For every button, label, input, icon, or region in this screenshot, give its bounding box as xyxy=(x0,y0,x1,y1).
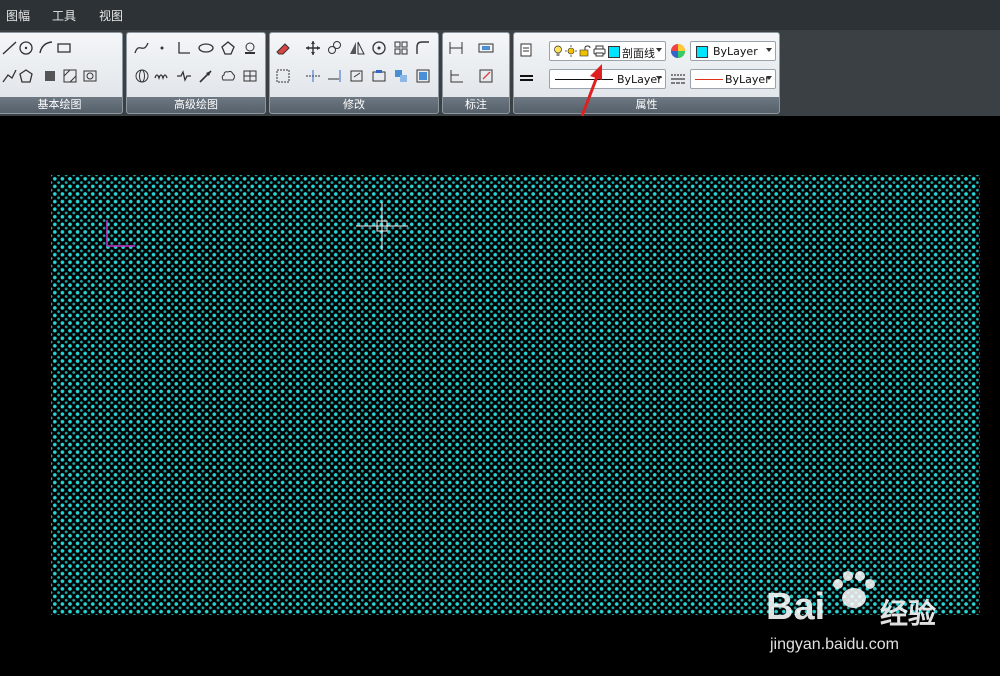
chevron-down-icon xyxy=(766,76,772,80)
explode-icon[interactable] xyxy=(392,67,410,85)
text-style-icon[interactable] xyxy=(477,39,495,57)
layer-color-swatch xyxy=(608,46,620,58)
menu-bar: 图幅 工具 视图 xyxy=(0,0,1000,31)
properties-icon[interactable] xyxy=(414,67,432,85)
watermark-brand-suffix: 经验 xyxy=(880,598,937,629)
panel-properties: 剖面线 ByLayer ByLayer ByLayer 属性 xyxy=(513,32,780,114)
watermark-url: jingyan.baidu.com xyxy=(770,636,899,653)
watermark-brand: Bai xyxy=(766,586,826,628)
dimension-icon[interactable] xyxy=(447,39,465,57)
pentagon-icon[interactable] xyxy=(219,39,237,57)
line-weight-icon[interactable] xyxy=(518,69,536,87)
cloud-icon[interactable] xyxy=(219,67,237,85)
lightbulb-icon[interactable] xyxy=(553,45,563,57)
lineweight-dropdown[interactable]: ByLayer xyxy=(690,69,776,89)
spline-icon[interactable] xyxy=(133,39,151,57)
point-icon[interactable] xyxy=(153,39,171,57)
printer-icon[interactable] xyxy=(593,45,606,57)
linetype-manager-icon[interactable] xyxy=(669,70,687,88)
leader-icon[interactable] xyxy=(197,67,215,85)
fillet-icon[interactable] xyxy=(414,39,432,57)
chevron-down-icon xyxy=(766,48,772,52)
color-swatch xyxy=(696,46,708,58)
hatch-pattern[interactable] xyxy=(51,175,980,615)
polygon-icon[interactable] xyxy=(17,67,35,85)
panel-title-modify: 修改 xyxy=(270,97,438,113)
watermark: Bai 经验 jingyan.baidu.com xyxy=(762,568,992,668)
panel-advanced-draw: 高级绘图 xyxy=(126,32,266,114)
panel-basic-draw: 基本绘图 xyxy=(0,32,123,114)
lineweight-value: ByLayer xyxy=(725,73,770,86)
ellipse-icon[interactable] xyxy=(197,39,215,57)
crosshair-cursor xyxy=(356,202,408,250)
hatch-icon[interactable] xyxy=(61,67,79,85)
panel-title-basic-draw: 基本绘图 xyxy=(0,97,122,113)
layer-manager-icon[interactable] xyxy=(518,41,536,59)
annotation-arrow-icon xyxy=(580,64,602,117)
sun-icon[interactable] xyxy=(565,45,577,57)
table-icon[interactable] xyxy=(241,67,259,85)
break-line-icon[interactable] xyxy=(175,67,193,85)
text-icon[interactable] xyxy=(241,39,259,57)
menu-item-view[interactable]: 视图 xyxy=(99,7,123,24)
circle-icon[interactable] xyxy=(17,39,35,57)
panel-title-advanced-draw: 高级绘图 xyxy=(127,97,265,113)
layer-name: 剖面线 xyxy=(622,47,655,60)
globe-icon[interactable] xyxy=(133,67,151,85)
move-icon[interactable] xyxy=(304,39,322,57)
chevron-down-icon xyxy=(656,48,662,52)
copy-icon[interactable] xyxy=(326,39,344,57)
panel-title-properties: 属性 xyxy=(514,97,779,113)
ordinate-icon[interactable] xyxy=(447,67,465,85)
mirror-icon[interactable] xyxy=(348,39,366,57)
trim-icon[interactable] xyxy=(304,67,322,85)
eraser-icon[interactable] xyxy=(274,39,292,57)
scale-icon[interactable] xyxy=(370,67,388,85)
ribbon: 基本绘图 高级绘图 修改 标注 剖面线 ByLayer ByLayer ByLa… xyxy=(0,30,1000,116)
arc-icon[interactable] xyxy=(37,39,55,57)
block-icon[interactable] xyxy=(41,67,59,85)
color-value: ByLayer xyxy=(713,45,758,58)
extend-icon[interactable] xyxy=(326,67,344,85)
edit-dimension-icon[interactable] xyxy=(477,67,495,85)
menu-item-drawing-frame[interactable]: 图幅 xyxy=(6,7,30,24)
panel-annotate: 标注 xyxy=(442,32,510,114)
menu-item-tools[interactable]: 工具 xyxy=(52,7,76,24)
chevron-down-icon xyxy=(656,76,662,80)
linetype-dropdown[interactable]: ByLayer xyxy=(549,69,666,89)
ucs-icon xyxy=(106,220,135,247)
select-box-icon[interactable] xyxy=(274,67,292,85)
rotate-icon[interactable] xyxy=(370,39,388,57)
wave-icon[interactable] xyxy=(153,67,171,85)
paw-logo-icon xyxy=(833,571,875,608)
color-wheel-icon[interactable] xyxy=(669,42,687,60)
lineweight-preview xyxy=(695,79,723,80)
array-icon[interactable] xyxy=(392,39,410,57)
panel-modify: 修改 xyxy=(269,32,439,114)
layer-dropdown[interactable]: 剖面线 xyxy=(549,41,666,61)
color-dropdown[interactable]: ByLayer xyxy=(690,41,776,61)
rectangle-icon[interactable] xyxy=(55,39,73,57)
angle-line-icon[interactable] xyxy=(175,39,193,57)
stretch-icon[interactable] xyxy=(348,67,366,85)
lock-icon[interactable] xyxy=(579,45,591,57)
image-icon[interactable] xyxy=(81,67,99,85)
panel-title-annotate: 标注 xyxy=(443,97,509,113)
